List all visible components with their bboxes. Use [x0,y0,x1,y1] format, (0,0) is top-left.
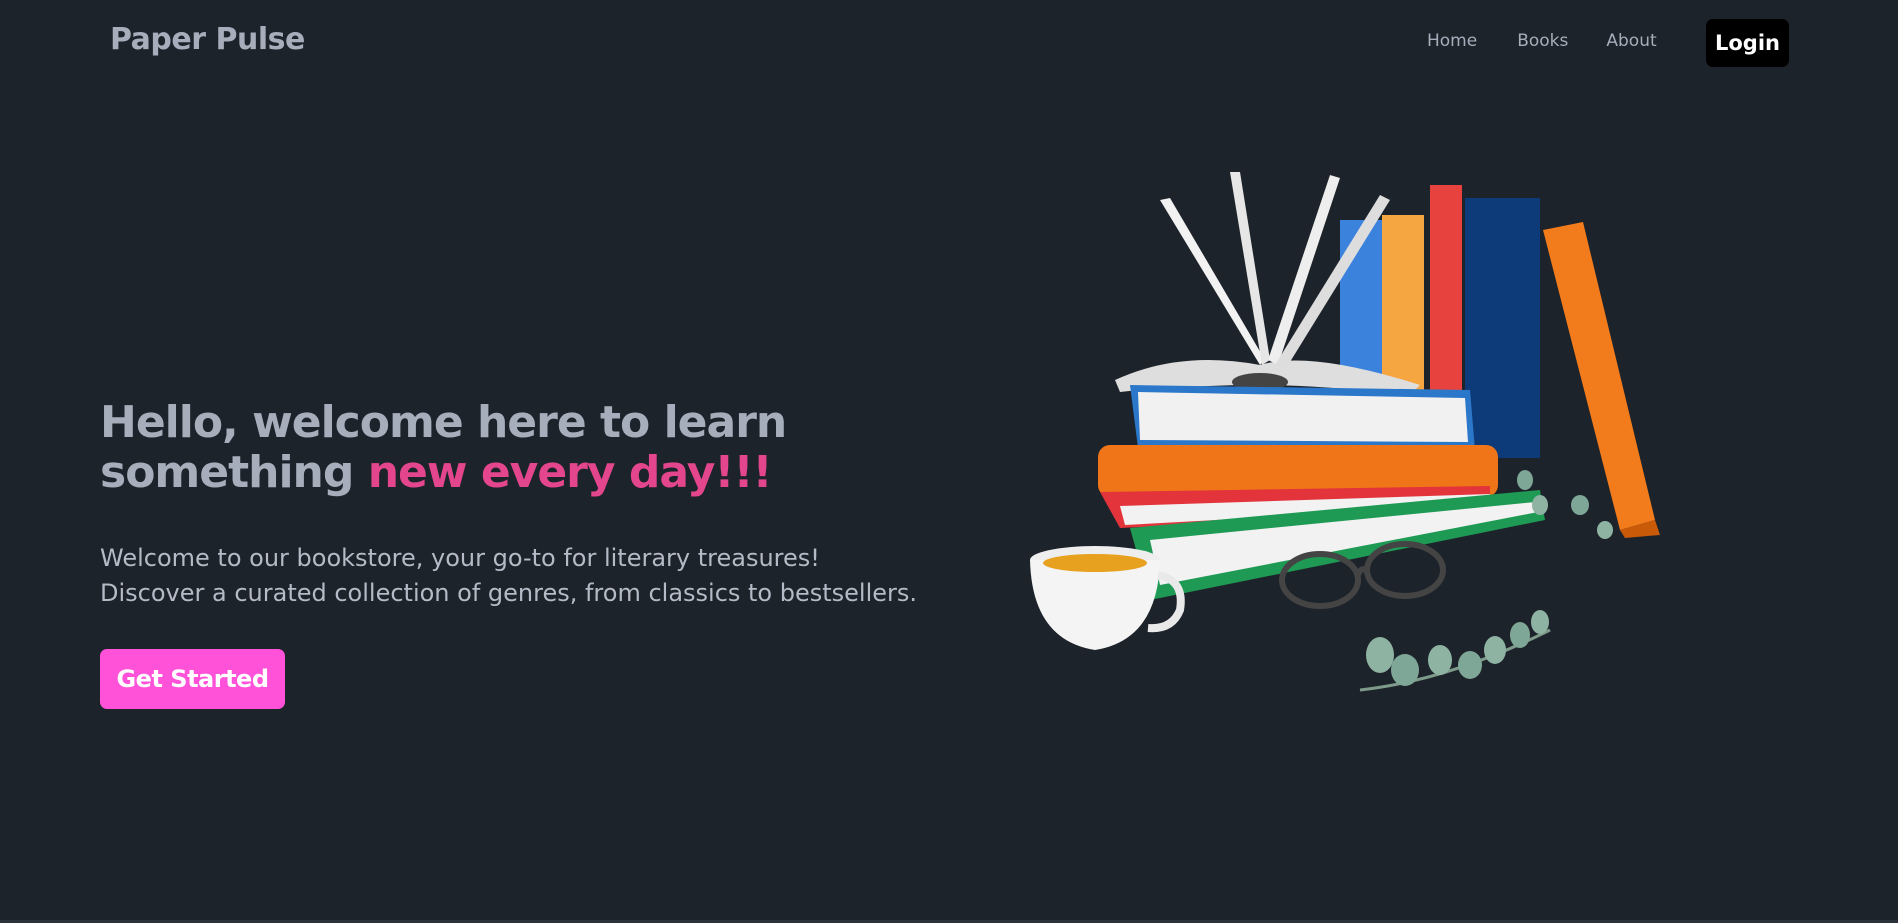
get-started-button[interactable]: Get Started [100,649,285,709]
books-illustration [1030,172,1660,692]
hero-description-line2: Discover a curated collection of genres,… [100,579,918,607]
hero-description-line1: Welcome to our bookstore, your go-to for… [100,544,820,572]
nav-link-books[interactable]: Books [1517,31,1568,51]
hero-title: Hello, welcome here to learn something n… [100,398,1000,498]
nav-links: Home Books About [1427,31,1657,51]
hero-title-accent: new every day!!! [367,447,773,498]
nav-link-home[interactable]: Home [1427,31,1477,51]
brand-logo[interactable]: Paper Pulse [110,22,305,57]
nav-link-about[interactable]: About [1606,31,1656,51]
login-button[interactable]: Login [1706,19,1789,67]
eucalyptus-sprig-icon [1359,610,1551,692]
hero-description: Welcome to our bookstore, your go-to for… [100,541,1000,611]
navbar: Paper Pulse Home Books About Login [0,0,1898,86]
